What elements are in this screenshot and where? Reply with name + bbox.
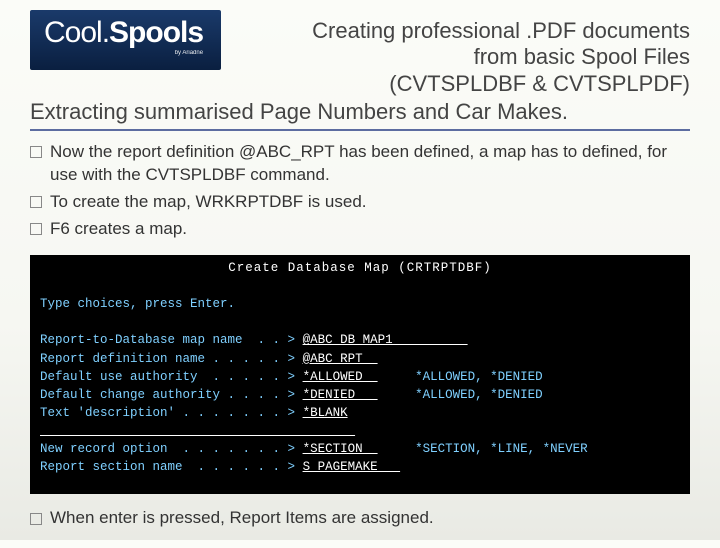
terminal-title: Create Database Map (CRTRPTDBF) <box>40 259 680 277</box>
bullet-item: Now the report definition @ABC_RPT has b… <box>30 141 690 187</box>
bullet-text: To create the map, WRKRPTDBF is used. <box>50 191 367 214</box>
bullet-icon <box>30 513 42 525</box>
term-value: S_PAGEMAKE <box>303 460 401 474</box>
footer-bullet-text: When enter is pressed, Report Items are … <box>50 508 434 528</box>
bullet-item: F6 creates a map. <box>30 218 690 241</box>
logo-text-cool: Cool. <box>44 16 109 49</box>
term-label: Report-to-Database map name . . > <box>40 333 295 347</box>
footer-bullet: When enter is pressed, Report Items are … <box>30 508 690 528</box>
logo-byline: by Ariadne <box>44 50 203 56</box>
coolspools-logo: Cool.Spools by Ariadne <box>30 10 221 70</box>
term-value: *DENIED <box>303 388 378 402</box>
term-value: @ABC_DB_MAP1 <box>303 333 468 347</box>
term-value: *SECTION <box>303 442 378 456</box>
term-hint: *ALLOWED, *DENIED <box>415 388 543 402</box>
term-value: @ABC_RPT <box>303 352 378 366</box>
logo-text-spools: Spools <box>109 16 203 49</box>
heading-line-1: Creating professional .PDF documents <box>221 18 690 44</box>
bullet-icon <box>30 223 42 235</box>
slide-heading: Creating professional .PDF documents fro… <box>221 10 690 97</box>
term-label: Report definition name . . . . . > <box>40 352 295 366</box>
terminal-prompt: Type choices, press Enter. <box>40 297 235 311</box>
term-value: *BLANK <box>303 406 348 420</box>
heading-line-2: from basic Spool Files <box>221 44 690 70</box>
term-value: *ALLOWED <box>303 370 378 384</box>
bullet-icon <box>30 146 42 158</box>
bullet-icon <box>30 196 42 208</box>
bullet-list: Now the report definition @ABC_RPT has b… <box>30 141 690 241</box>
term-label: Report section name . . . . . . > <box>40 460 295 474</box>
term-blank-line <box>40 424 355 438</box>
terminal-screenshot: Create Database Map (CRTRPTDBF) Type cho… <box>30 255 690 495</box>
heading-line-3: (CVTSPLDBF & CVTSPLPDF) <box>221 71 690 97</box>
bullet-text: F6 creates a map. <box>50 218 187 241</box>
bullet-item: To create the map, WRKRPTDBF is used. <box>30 191 690 214</box>
term-label: Default use authority . . . . . > <box>40 370 295 384</box>
term-label: Default change authority . . . . > <box>40 388 295 402</box>
term-hint: *ALLOWED, *DENIED <box>415 370 543 384</box>
term-label: Text 'description' . . . . . . . > <box>40 406 295 420</box>
term-label: New record option . . . . . . . > <box>40 442 295 456</box>
bullet-text: Now the report definition @ABC_RPT has b… <box>50 141 690 187</box>
slide-subtitle: Extracting summarised Page Numbers and C… <box>30 99 690 131</box>
term-hint: *SECTION, *LINE, *NEVER <box>415 442 588 456</box>
